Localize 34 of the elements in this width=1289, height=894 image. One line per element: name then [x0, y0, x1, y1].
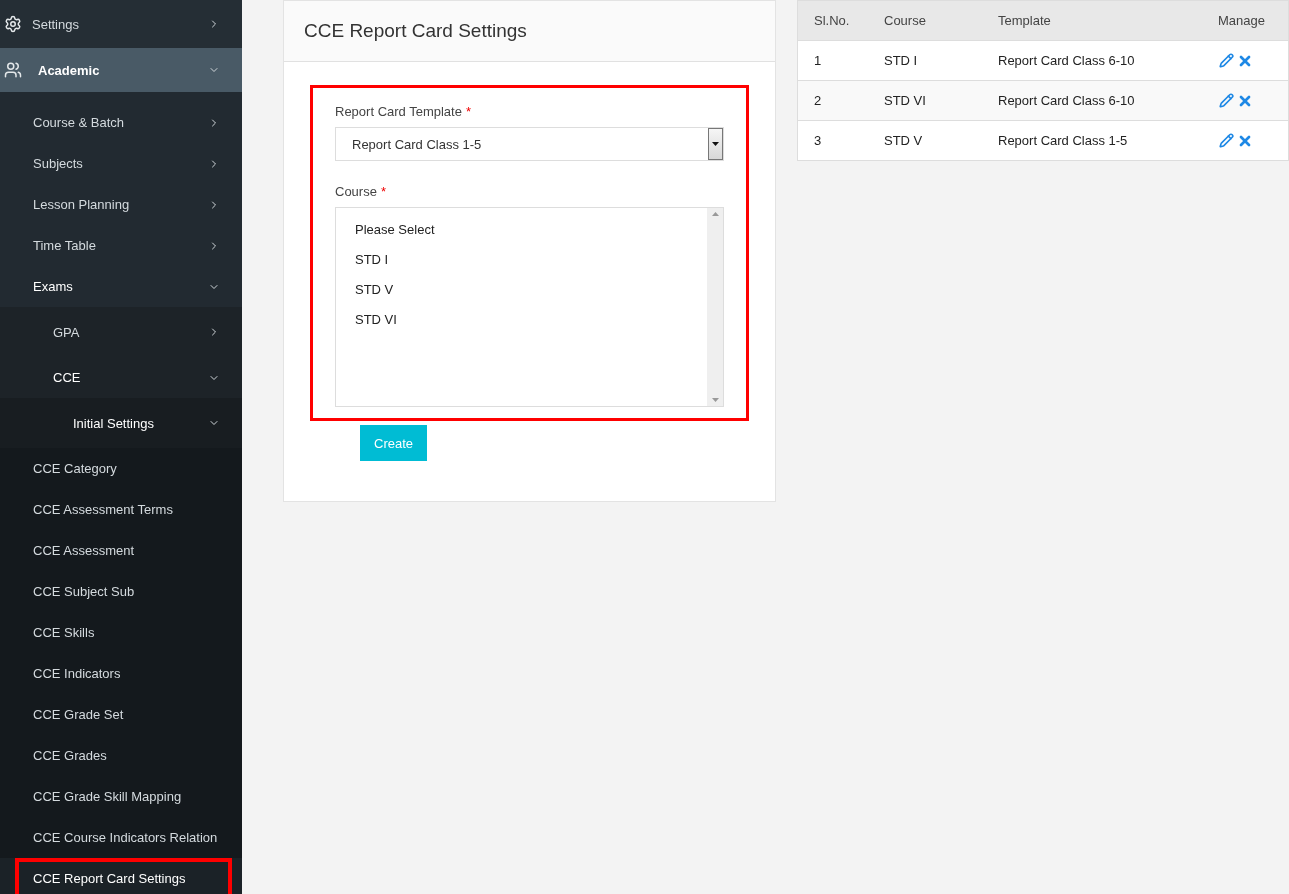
scroll-up-icon[interactable] [711, 212, 719, 216]
sidebar-item[interactable]: Academic [0, 48, 242, 92]
list-option[interactable]: Please Select [355, 222, 688, 238]
field-label: Course * [335, 184, 387, 199]
list-option[interactable]: STD VI [355, 312, 688, 328]
column-header: Course [884, 0, 998, 41]
table-cell: STD V [884, 120, 998, 161]
edit-icon[interactable] [1219, 133, 1234, 149]
table-cell: Report Card Class 6-10 [998, 40, 1218, 81]
scroll-down-icon[interactable] [711, 398, 719, 402]
edit-icon[interactable] [1219, 53, 1234, 69]
sidebar-item[interactable]: Settings [0, 0, 242, 48]
column-header: Sl.No. [797, 0, 884, 41]
column-header: Manage [1218, 0, 1289, 41]
gear-icon [4, 15, 22, 33]
caret-icon [712, 142, 719, 146]
course-listbox[interactable]: Please Select STD I STD V STD VI [335, 207, 724, 407]
edit-icon[interactable] [1219, 93, 1234, 109]
scrollbar[interactable] [707, 208, 723, 406]
table-cell: 3 [797, 120, 884, 161]
table-cell: Report Card Class 6-10 [998, 80, 1218, 121]
template-select[interactable]: Report Card Class 1-5 [335, 127, 724, 161]
table-cell: 1 [797, 40, 884, 81]
table-cell: 2 [797, 80, 884, 121]
table-cell: Report Card Class 1-5 [998, 120, 1218, 161]
list-option[interactable]: STD V [355, 282, 688, 298]
column-header: Template [998, 0, 1218, 41]
users-icon [4, 61, 22, 79]
list-option[interactable]: STD I [355, 252, 688, 268]
card-title: CCE Report Card Settings [304, 20, 527, 42]
field-label: Report Card Template * [335, 104, 472, 119]
table-cell: STD VI [884, 80, 998, 121]
table-cell: STD I [884, 40, 998, 81]
sidebar-item[interactable]: CCE Report Card Settings [0, 858, 242, 894]
